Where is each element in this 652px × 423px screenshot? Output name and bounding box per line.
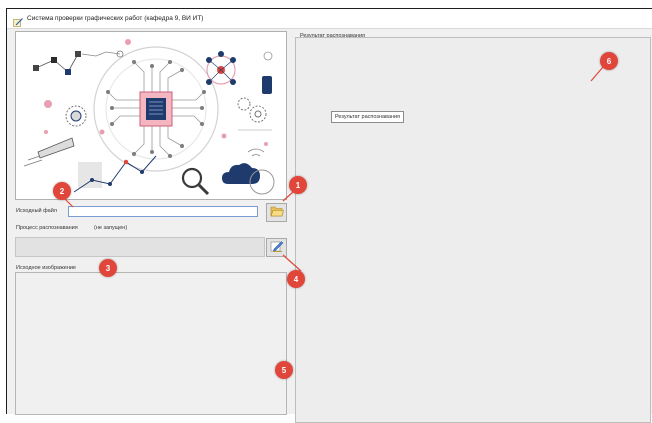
marker-pointers: [64, 66, 604, 272]
app-window: Система проверки графических работ (кафе…: [6, 8, 652, 423]
